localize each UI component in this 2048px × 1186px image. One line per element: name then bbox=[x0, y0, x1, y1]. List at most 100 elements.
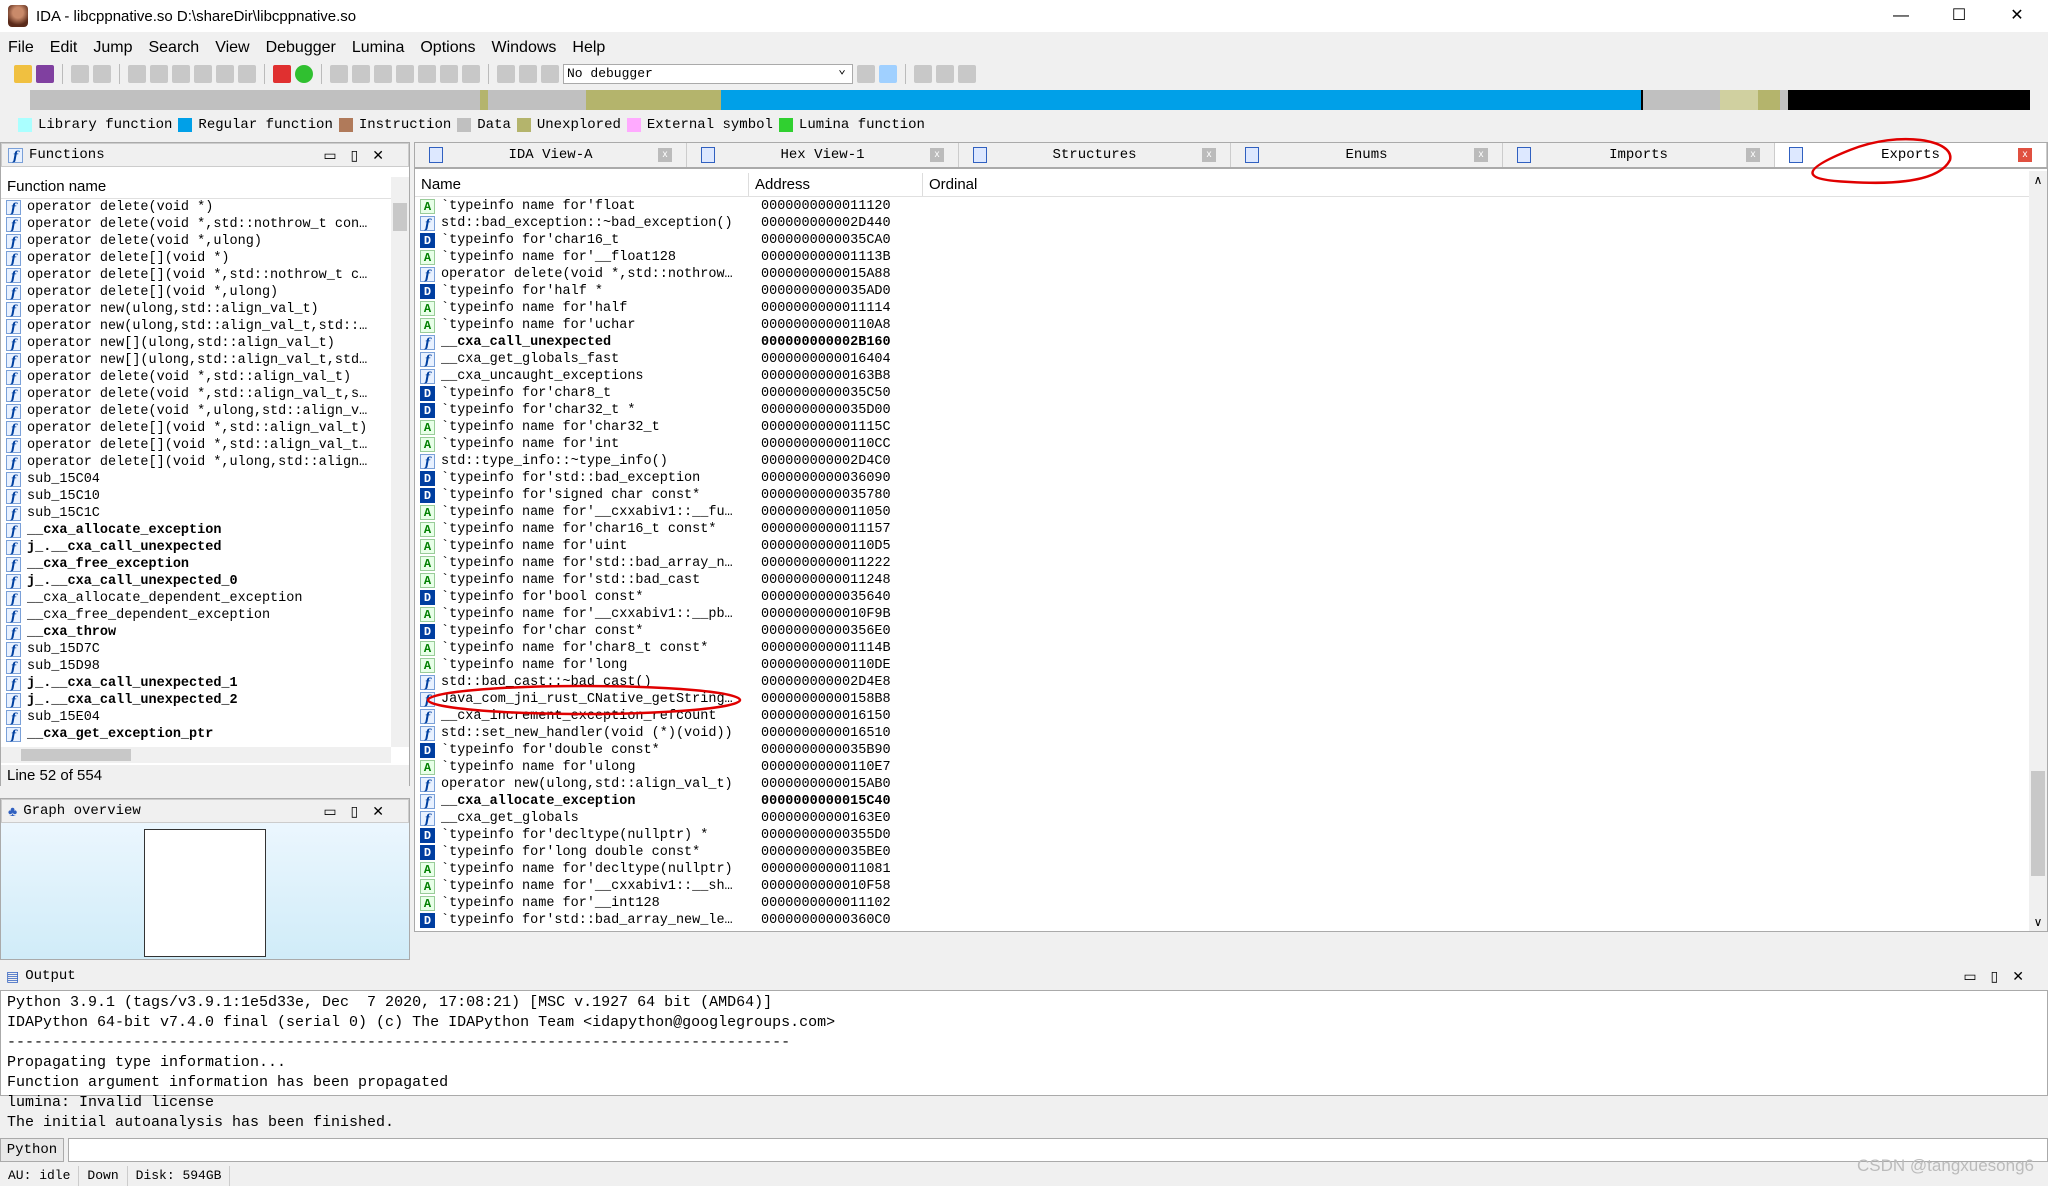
export-row[interactable]: A `typeinfo name for'int 00000000000110CC bbox=[415, 436, 2029, 453]
menu-options[interactable]: Options bbox=[412, 36, 483, 60]
back-icon[interactable] bbox=[71, 65, 89, 83]
export-row[interactable]: f std::bad_exception::~bad_exception() 000… bbox=[415, 215, 2029, 232]
export-row[interactable]: f std::set_new_handler(void (*)(void)) 000… bbox=[415, 725, 2029, 742]
tab-exports[interactable]: Exports x bbox=[1775, 143, 2047, 167]
export-row[interactable]: D `typeinfo for'char8_t 0000000000035C50 bbox=[415, 385, 2029, 402]
export-row[interactable]: D `typeinfo for'decltype(nullptr) * 000000… bbox=[415, 827, 2029, 844]
tab-close-icon[interactable]: x bbox=[1746, 148, 1760, 162]
menu-edit[interactable]: Edit bbox=[42, 36, 86, 60]
close-button[interactable]: ✕ bbox=[1988, 0, 2046, 32]
function-item[interactable]: f operator delete[](void *,std::align_val… bbox=[1, 437, 409, 454]
export-row[interactable]: A `typeinfo name for'char8_t const* 000000… bbox=[415, 640, 2029, 657]
debugger-select[interactable]: No debugger bbox=[563, 61, 853, 84]
function-item[interactable]: f operator delete[](void *,std::nothrow_t… bbox=[1, 267, 409, 284]
function-item[interactable]: f __cxa_free_exception bbox=[1, 556, 409, 573]
navigation-band[interactable] bbox=[30, 90, 2030, 110]
functions-hscrollbar[interactable] bbox=[1, 747, 391, 763]
export-row[interactable]: A `typeinfo name for'long 00000000000110DE bbox=[415, 657, 2029, 674]
scroll-up-icon[interactable]: ∧ bbox=[2029, 173, 2047, 187]
forward-icon[interactable] bbox=[93, 65, 111, 83]
export-row[interactable]: D `typeinfo for'bool const* 00000000000356… bbox=[415, 589, 2029, 606]
command-input[interactable] bbox=[68, 1138, 2048, 1162]
function-item[interactable]: f j_.__cxa_call_unexpected_1 bbox=[1, 675, 409, 692]
play-icon[interactable] bbox=[497, 65, 515, 83]
export-row[interactable]: D `typeinfo for'std::bad_array_new_le… 000… bbox=[415, 912, 2029, 929]
function-item[interactable]: f operator new[](ulong,std::align_val_t,s… bbox=[1, 352, 409, 369]
python-button[interactable]: Python bbox=[0, 1138, 64, 1162]
function-item[interactable]: f operator delete[](void *,std::align_val… bbox=[1, 420, 409, 437]
function-item[interactable]: f sub_15C10 bbox=[1, 488, 409, 505]
green-circle-icon[interactable] bbox=[295, 65, 313, 83]
scroll-down-icon[interactable]: ∨ bbox=[2029, 915, 2047, 929]
minimize-button[interactable]: — bbox=[1872, 0, 1930, 32]
export-row[interactable]: A `typeinfo name for'__int128 000000000001… bbox=[415, 895, 2029, 912]
exports-scrollbar[interactable]: ∧ ∨ bbox=[2029, 171, 2047, 931]
function-item[interactable]: f operator new[](ulong,std::align_val_t) bbox=[1, 335, 409, 352]
function-item[interactable]: f operator delete(void *,std::align_val_t… bbox=[1, 386, 409, 403]
function-item[interactable]: f operator delete(void *,std::nothrow_t c… bbox=[1, 216, 409, 233]
panel-controls[interactable]: ▭▯✕ bbox=[1963, 968, 2038, 985]
export-row[interactable]: D `typeinfo for'char32_t * 0000000000035D0… bbox=[415, 402, 2029, 419]
code-icon[interactable] bbox=[330, 65, 348, 83]
menu-debugger[interactable]: Debugger bbox=[258, 36, 344, 60]
export-row[interactable]: D `typeinfo for'signed char const* 0000000… bbox=[415, 487, 2029, 504]
export-row[interactable]: f Java_com_jni_rust_CNative_getString… 000… bbox=[415, 691, 2029, 708]
panel-controls[interactable]: ▭▯✕ bbox=[323, 803, 398, 820]
function-item[interactable]: f __cxa_allocate_dependent_exception bbox=[1, 590, 409, 607]
tab-close-icon[interactable]: x bbox=[930, 148, 944, 162]
hex-icon[interactable] bbox=[128, 65, 146, 83]
export-row[interactable]: D `typeinfo for'double const* 000000000003… bbox=[415, 742, 2029, 759]
export-row[interactable]: A `typeinfo name for'half 0000000000011114 bbox=[415, 300, 2029, 317]
export-row[interactable]: f __cxa_get_globals_fast 0000000000016404 bbox=[415, 351, 2029, 368]
menu-view[interactable]: View bbox=[207, 36, 257, 60]
tab-close-icon[interactable]: x bbox=[658, 148, 672, 162]
export-row[interactable]: A `typeinfo name for'ulong 00000000000110E… bbox=[415, 759, 2029, 776]
tab-close-icon[interactable]: x bbox=[2018, 148, 2032, 162]
down-arrow-icon[interactable] bbox=[216, 65, 234, 83]
export-row[interactable]: A `typeinfo name for'__cxxabiv1::__pb… 000… bbox=[415, 606, 2029, 623]
tab-enums[interactable]: Enums x bbox=[1231, 143, 1503, 167]
scroll-thumb[interactable] bbox=[2031, 771, 2045, 876]
function-item[interactable]: f __cxa_free_dependent_exception bbox=[1, 607, 409, 624]
export-row[interactable]: A `typeinfo name for'uint 00000000000110D5 bbox=[415, 538, 2029, 555]
export-row[interactable]: f __cxa_increment_exception_refcount 00000… bbox=[415, 708, 2029, 725]
export-row[interactable]: A `typeinfo name for'char32_t 000000000001… bbox=[415, 419, 2029, 436]
menu-windows[interactable]: Windows bbox=[483, 36, 564, 60]
export-row[interactable]: f std::type_info::~type_info() 00000000000… bbox=[415, 453, 2029, 470]
export-row[interactable]: A `typeinfo name for'float 000000000001112… bbox=[415, 198, 2029, 215]
export-row[interactable]: f operator delete(void *,std::nothrow… 000… bbox=[415, 266, 2029, 283]
export-row[interactable]: f __cxa_uncaught_exceptions 00000000000163… bbox=[415, 368, 2029, 385]
function-item[interactable]: f j_.__cxa_call_unexpected_0 bbox=[1, 573, 409, 590]
function-item[interactable]: f operator delete[](void *,ulong,std::ali… bbox=[1, 454, 409, 471]
search-icon[interactable] bbox=[194, 65, 212, 83]
menu-file[interactable]: File bbox=[0, 36, 42, 60]
tab-hex-view-1[interactable]: Hex View-1 x bbox=[687, 143, 959, 167]
export-row[interactable]: A `typeinfo name for'uchar 00000000000110A… bbox=[415, 317, 2029, 334]
warning-icon[interactable] bbox=[273, 65, 291, 83]
tools-off-icon[interactable] bbox=[958, 65, 976, 83]
edit-icon[interactable] bbox=[440, 65, 458, 83]
function-item[interactable]: f operator delete(void *,std::align_val_t… bbox=[1, 369, 409, 386]
tab-ida-view-a[interactable]: IDA View-A x bbox=[415, 143, 687, 167]
function-item[interactable]: f sub_15D7C bbox=[1, 641, 409, 658]
function-item[interactable]: f sub_15C1C bbox=[1, 505, 409, 522]
struct-icon[interactable] bbox=[396, 65, 414, 83]
menu-help[interactable]: Help bbox=[564, 36, 613, 60]
export-row[interactable]: D `typeinfo for'char const* 00000000000356… bbox=[415, 623, 2029, 640]
export-row[interactable]: A `typeinfo name for'__float128 0000000000… bbox=[415, 249, 2029, 266]
open-icon[interactable] bbox=[14, 65, 32, 83]
export-row[interactable]: D `typeinfo for'half * 0000000000035AD0 bbox=[415, 283, 2029, 300]
function-item[interactable]: f sub_15E04 bbox=[1, 709, 409, 726]
tab-close-icon[interactable]: x bbox=[1474, 148, 1488, 162]
function-item[interactable]: f __cxa_allocate_exception bbox=[1, 522, 409, 539]
export-row[interactable]: A `typeinfo name for'__cxxabiv1::__sh… 000… bbox=[415, 878, 2029, 895]
column-address[interactable]: Address bbox=[749, 173, 923, 196]
export-row[interactable]: f operator new(ulong,std::align_val_t) 000… bbox=[415, 776, 2029, 793]
menu-search[interactable]: Search bbox=[140, 36, 207, 60]
function-item[interactable]: f sub_15C04 bbox=[1, 471, 409, 488]
run-icon[interactable] bbox=[879, 65, 897, 83]
function-item[interactable]: f j_.__cxa_call_unexpected_2 bbox=[1, 692, 409, 709]
export-row[interactable]: A `typeinfo name for'char16_t const* 00000… bbox=[415, 521, 2029, 538]
menu-jump[interactable]: Jump bbox=[85, 36, 140, 60]
function-item[interactable]: f __cxa_throw bbox=[1, 624, 409, 641]
